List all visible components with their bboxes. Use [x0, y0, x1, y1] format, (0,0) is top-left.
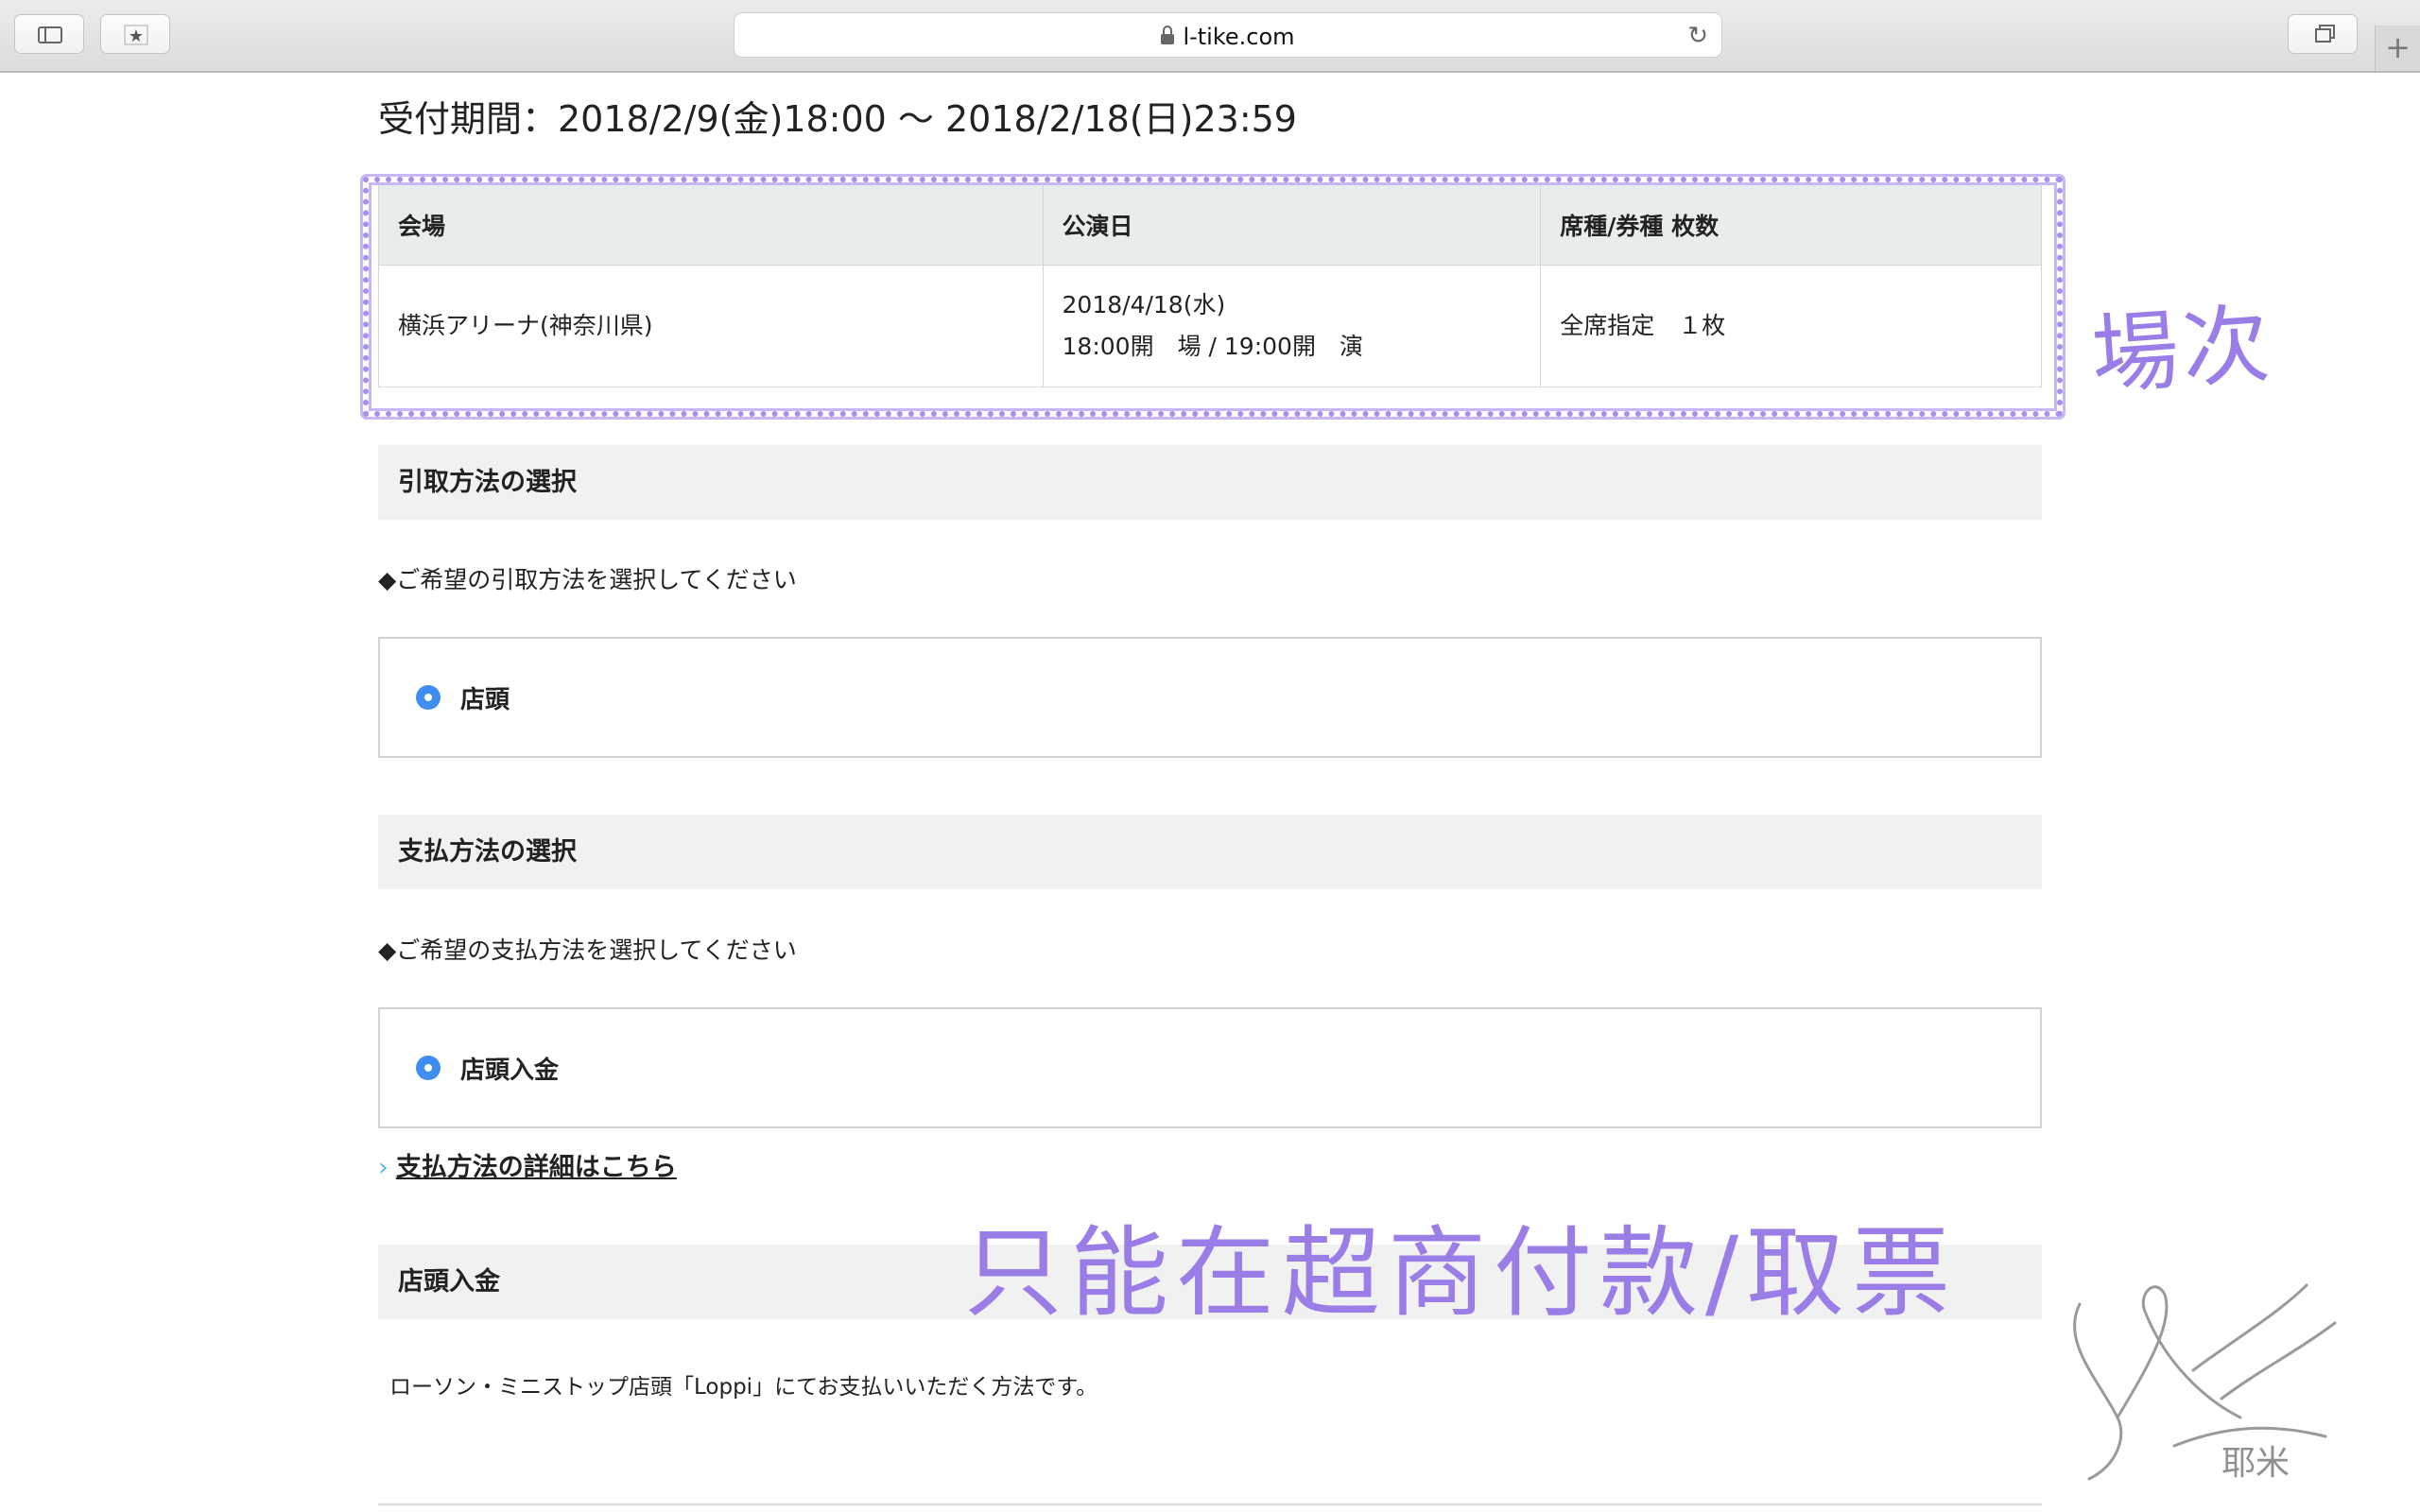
- tab-overview-button[interactable]: [2288, 14, 2358, 54]
- pickup-section-heading: 引取方法の選択: [378, 445, 2042, 520]
- sidebar-icon: [38, 26, 62, 43]
- payment-details-link-text: 支払方法の詳細はこちら: [395, 1153, 677, 1182]
- sidebar-button[interactable]: [14, 14, 84, 54]
- new-tab-button[interactable]: +: [2375, 26, 2420, 71]
- radio-button-selected[interactable]: [416, 1056, 441, 1080]
- payment-option-label: 店頭入金: [460, 1057, 560, 1085]
- bookmarks-button[interactable]: ★: [100, 14, 170, 54]
- lock-icon: [1161, 26, 1175, 44]
- reload-icon[interactable]: ↻: [1687, 22, 1708, 50]
- radio-button-selected[interactable]: [416, 685, 441, 710]
- pickup-option-store[interactable]: 店頭: [378, 637, 2042, 758]
- tab-overview-icon: [2315, 25, 2335, 43]
- reception-period: 受付期間：2018/2/9(金)18:00 〜 2018/2/18(日)23:5…: [378, 98, 1297, 140]
- address-bar[interactable]: l-tike.com ↻: [734, 12, 1722, 58]
- payment-annotation: 只能在超商付款/取票: [964, 1215, 1959, 1331]
- chevron-right-icon: ›: [378, 1153, 389, 1182]
- pickup-option-label: 店頭: [460, 686, 510, 714]
- signature-watermark: 耶米: [2073, 1283, 2337, 1483]
- signature-text: 耶米: [2221, 1444, 2290, 1483]
- url-text: l-tike.com: [1183, 24, 1295, 50]
- url-display: l-tike.com: [735, 24, 1721, 50]
- star-icon: ★: [124, 25, 148, 46]
- divider: [378, 1503, 2042, 1505]
- payment-details-link[interactable]: › 支払方法の詳細はこちら: [378, 1146, 677, 1183]
- venue-annotation: 場次: [2088, 293, 2277, 407]
- store-payment-description: ローソン・ミニストップ店頭「Loppi」にてお支払いいただく方法です。: [389, 1375, 1098, 1400]
- svg-text:★: ★: [129, 26, 144, 46]
- browser-toolbar: ★ l-tike.com ↻ +: [0, 0, 2420, 73]
- venue-highlight-annotation: [363, 177, 2063, 417]
- payment-option-store[interactable]: 店頭入金: [378, 1007, 2042, 1128]
- plus-icon: +: [2385, 29, 2411, 65]
- payment-section-heading: 支払方法の選択: [378, 815, 2042, 889]
- payment-instruction: ◆ご希望の支払方法を選択してください: [378, 936, 797, 964]
- pickup-instruction: ◆ご希望の引取方法を選択してください: [378, 566, 797, 593]
